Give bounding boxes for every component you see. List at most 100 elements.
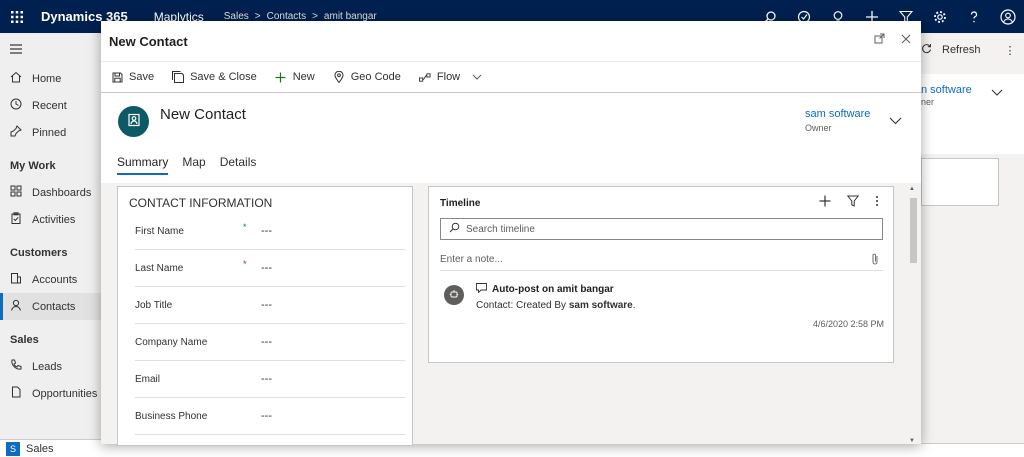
person-icon [10,299,22,314]
field-value[interactable]: --- [261,373,272,385]
field-first-name[interactable]: First Name * --- [135,213,405,250]
sitemap-item-label: Pinned [32,126,67,139]
field-business-phone[interactable]: Business Phone --- [135,398,405,435]
close-icon[interactable] [901,33,911,47]
post-desc-user: sam software [568,300,633,311]
expand-icon[interactable] [874,33,885,47]
document-icon [10,386,22,401]
sitemap-item-pinned[interactable]: Pinned [0,119,101,146]
contact-card-icon [127,113,141,130]
record-header: New Contact sam software Owner [101,94,921,164]
area-switcher[interactable]: S Sales [0,439,101,457]
post-description: Contact: Created By sam software. [476,300,636,311]
owner-label: Owner [805,123,832,133]
dashboard-icon [10,185,22,200]
background-toolbar: Refresh ⋮ [921,38,1024,62]
flow-button[interactable]: Flow [418,71,482,83]
scroll-up-icon[interactable]: ▲ [909,186,915,192]
flow-icon [418,71,431,83]
background-owner-name: n software [921,84,972,96]
post-title-text: Auto-post on amit bangar [492,284,614,295]
timeline-note-input[interactable]: Enter a note... [440,249,883,271]
dialog-title: New Contact [109,33,188,49]
sitemap-item-leads[interactable]: Leads [0,353,101,380]
area-label: Sales [26,442,54,455]
command-label: Flow [436,71,461,83]
sitemap-item-home[interactable]: Home [0,65,101,92]
sitemap-item-opportunities[interactable]: Opportunities [0,380,101,407]
field-email[interactable]: Email --- [135,361,405,398]
sitemap-item-dashboards[interactable]: Dashboards [0,179,101,206]
more-icon: ⋮ [1004,44,1016,57]
sitemap-item-contacts[interactable]: Contacts [0,293,101,320]
location-pin-icon [333,71,345,83]
form-tabs: Summary Map Details [117,155,256,175]
contact-information-section: CONTACT INFORMATION First Name * --- Las… [117,186,413,446]
owner-field[interactable]: sam software Owner [805,108,870,133]
tab-map[interactable]: Map [182,155,205,175]
scroll-down-icon[interactable]: ▼ [909,438,915,444]
sitemap-item-label: Contacts [32,300,76,313]
app-launcher-icon[interactable] [0,0,33,33]
dialog-controls [874,33,911,47]
home-icon [10,71,22,86]
help-icon[interactable] [966,9,982,25]
plus-icon[interactable] [819,195,831,210]
chevron-down-icon[interactable] [889,114,902,128]
geo-code-button[interactable]: Geo Code [333,71,401,83]
field-value[interactable]: --- [261,410,272,422]
field-last-name[interactable]: Last Name * --- [135,250,405,287]
field-value[interactable]: --- [261,299,272,311]
post-desc-suffix: . [632,300,636,311]
new-button[interactable]: New [275,71,315,83]
field-value[interactable]: --- [261,225,272,237]
tab-details[interactable]: Details [220,155,257,175]
sitemap-item-label: Leads [32,360,62,373]
field-value[interactable]: --- [261,262,272,274]
scrollbar-thumb[interactable] [910,198,917,263]
timeline-search-input[interactable]: Search timeline [440,218,883,240]
tab-summary[interactable]: Summary [117,155,169,175]
post-date: 4/6/2020 2:58 PM [812,319,884,329]
command-label: Save [129,71,155,83]
hamburger-menu-icon[interactable] [0,33,101,65]
field-value[interactable]: --- [261,336,272,348]
sitemap-item-label: Home [32,72,62,85]
more-icon[interactable] [875,195,879,210]
robot-icon [449,289,459,302]
sitemap-item-activities[interactable]: Activities [0,206,101,233]
sitemap-nav: Home Recent Pinned My Work Dashboards Ac… [0,33,101,457]
sitemap-item-recent[interactable]: Recent [0,92,101,119]
sitemap-item-label: Opportunities [32,387,98,400]
sitemap-group-sales: Sales [10,333,39,346]
gear-icon[interactable] [932,9,948,25]
attachment-icon[interactable] [871,253,879,268]
field-label: Business Phone [135,410,208,422]
clock-icon [10,98,22,113]
form-scrollbar[interactable]: ▲ ▼ [907,186,919,444]
auto-post-avatar [444,285,464,305]
pin-icon [10,125,22,140]
recommended-indicator: * [243,222,247,232]
sitemap-item-label: Dashboards [32,186,92,199]
timeline-tools [819,195,879,210]
save-icon [111,71,123,83]
command-label: Geo Code [350,71,401,83]
save-button[interactable]: Save [111,71,154,83]
sitemap-item-accounts[interactable]: Accounts [0,266,101,293]
user-avatar-icon[interactable] [1000,8,1016,25]
save-and-close-button[interactable]: Save & Close [172,71,257,83]
sitemap-group-customers: Customers [10,246,68,259]
field-job-title[interactable]: Job Title --- [135,287,405,324]
field-company-name[interactable]: Company Name --- [135,324,405,361]
sitemap-item-label: Activities [32,213,76,226]
command-bar: Save Save & Close New Geo Code Flow [101,61,921,93]
plus-icon [275,71,287,83]
owner-name[interactable]: sam software [805,108,870,120]
field-label: Company Name [135,336,208,348]
filter-icon[interactable] [846,195,860,210]
timeline-post[interactable]: Auto-post on amit bangar Contact: Create… [444,282,884,342]
field-label: Last Name [135,262,184,274]
post-title: Auto-post on amit bangar [476,283,614,296]
search-placeholder: Search timeline [466,223,535,235]
